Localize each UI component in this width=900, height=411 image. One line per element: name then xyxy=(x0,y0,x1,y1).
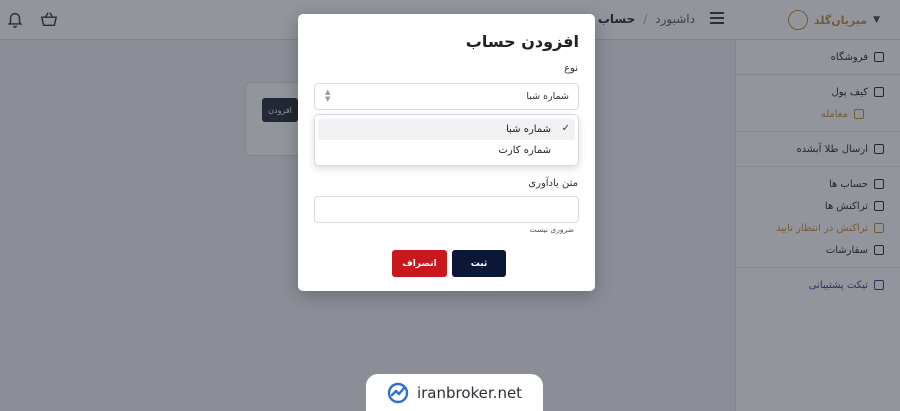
check-icon: ✓ xyxy=(561,123,570,134)
option-label: شماره کارت xyxy=(498,145,551,156)
note-input[interactable] xyxy=(314,196,579,223)
note-hint: ضروری نیست xyxy=(529,225,574,234)
submit-button[interactable]: ثبت xyxy=(452,250,506,277)
broker-logo-icon xyxy=(387,382,409,403)
watermark-text: iranbroker.net xyxy=(416,383,523,402)
type-label: نوع xyxy=(564,63,578,74)
add-account-modal: افزودن حساب نوع شماره شبا ▲ ▼ ✓ شماره شبا… xyxy=(298,14,595,291)
type-select-value: شماره شبا xyxy=(526,91,569,102)
type-dropdown: ✓ شماره شبا شماره کارت xyxy=(314,114,579,166)
watermark: iranbroker.net xyxy=(366,374,543,411)
cancel-button[interactable]: انصراف xyxy=(392,250,447,277)
dropdown-option-card[interactable]: شماره کارت xyxy=(318,140,575,161)
modal-title: افزودن حساب xyxy=(465,32,579,51)
dropdown-option-sheba[interactable]: ✓ شماره شبا xyxy=(318,119,575,140)
type-select[interactable]: شماره شبا ▲ ▼ xyxy=(314,83,579,110)
updown-arrows-icon: ▲ ▼ xyxy=(325,88,331,103)
option-label: شماره شبا xyxy=(506,124,551,135)
note-label: متن یادآوری xyxy=(528,178,578,189)
